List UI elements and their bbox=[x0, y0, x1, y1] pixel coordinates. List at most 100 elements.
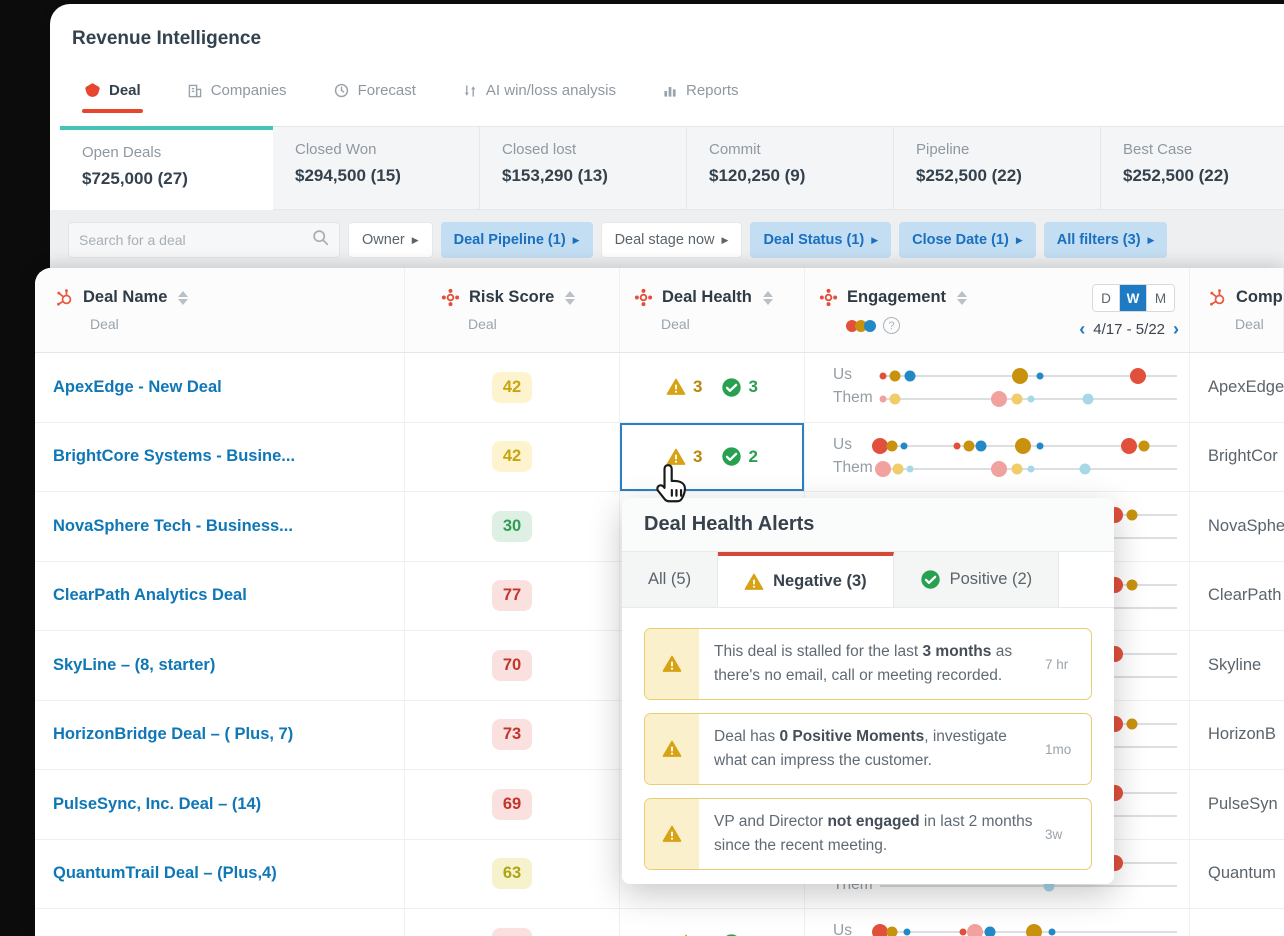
risk-score-cell: 73 bbox=[405, 700, 620, 769]
engagement-dot-yellow bbox=[889, 393, 901, 405]
engagement-dot-gold bbox=[1126, 579, 1138, 590]
popup-alerts-list: This deal is stalled for the last 3 mont… bbox=[622, 608, 1114, 884]
deal-name-link[interactable]: ClearPath Analytics Deal bbox=[35, 561, 405, 630]
sort-toggle[interactable] bbox=[565, 290, 576, 305]
popup-tab-label: All (5) bbox=[648, 570, 692, 588]
nav-tab-label: Companies bbox=[210, 82, 287, 99]
engagement-timeline bbox=[879, 391, 1177, 407]
engagement-dot-gold bbox=[886, 440, 898, 451]
nav-tab-deal[interactable]: Deal bbox=[82, 82, 143, 113]
company-cell: Skyline bbox=[1208, 655, 1262, 674]
column-header-sublabel: Deal bbox=[90, 316, 119, 332]
engagement-dot-gold bbox=[1011, 368, 1028, 384]
column-header-engagement: Engagement? D W M ‹ 4/17 - 5/22 › bbox=[805, 268, 1190, 352]
warning-icon bbox=[744, 572, 764, 592]
popup-tab-label: Positive (2) bbox=[949, 570, 1033, 588]
filter-chip-label: Deal Pipeline (1) bbox=[453, 232, 566, 248]
deal-name-link[interactable] bbox=[35, 909, 405, 936]
search-input[interactable] bbox=[79, 232, 312, 248]
prev-arrow[interactable]: ‹ bbox=[1079, 320, 1085, 338]
engagement-dot-blue bbox=[904, 370, 916, 382]
chevron-right-icon: ▶ bbox=[572, 234, 580, 245]
filter-chip-deal-stage-now[interactable]: Deal stage now ▶ bbox=[600, 222, 743, 258]
popup-tab-negative-3-[interactable]: Negative (3) bbox=[718, 552, 894, 607]
column-header-titlerow: Deal Name bbox=[55, 288, 404, 307]
engagement-dot-gold bbox=[963, 440, 975, 451]
summary-card-best-case[interactable]: Best Case $252,500 (22) bbox=[1101, 126, 1284, 210]
sort-toggle[interactable] bbox=[957, 290, 968, 305]
sort-toggle[interactable] bbox=[762, 290, 773, 305]
column-header-sublabel: Deal bbox=[1235, 316, 1264, 332]
popup-tabs: All (5) Negative (3) Positive (2) bbox=[622, 552, 1114, 608]
check-icon bbox=[721, 446, 742, 467]
alert-text: Deal has 0 Positive Moments, investigate… bbox=[714, 728, 1007, 770]
engagement-dot-yellow bbox=[1011, 393, 1023, 405]
engagement-dot-lightblue bbox=[1027, 465, 1035, 472]
summary-card-value: $294,500 (15) bbox=[295, 166, 401, 185]
filter-chip-all-filters-3-[interactable]: All filters (3) ▶ bbox=[1043, 222, 1168, 258]
nav-tab-ai-win-loss-analysis[interactable]: AI win/loss analysis bbox=[462, 82, 616, 113]
summary-card-value: $725,000 (27) bbox=[82, 169, 188, 188]
deal-health-cell[interactable]: 32 bbox=[620, 422, 805, 491]
negative-count: 3 bbox=[693, 377, 703, 397]
engagement-dot-lightblue bbox=[906, 465, 914, 472]
deal-name-link[interactable]: PulseSync, Inc. Deal – (14) bbox=[35, 770, 405, 839]
period-toggle-w[interactable]: W bbox=[1120, 285, 1147, 311]
company-cell: BrightCor bbox=[1208, 447, 1278, 466]
deal-name-link[interactable]: BrightCore Systems - Busine... bbox=[35, 422, 405, 491]
check-icon bbox=[920, 569, 941, 590]
column-header-label: Deal Health bbox=[662, 288, 752, 306]
help-icon[interactable]: ? bbox=[883, 317, 900, 334]
warning-icon bbox=[662, 824, 682, 844]
column-header-titlerow: Comp bbox=[1208, 288, 1283, 307]
nav-tab-label: AI win/loss analysis bbox=[485, 82, 616, 99]
filter-chip-owner[interactable]: Owner ▶ bbox=[348, 222, 433, 258]
forecast-icon bbox=[333, 82, 350, 99]
period-toggle-m[interactable]: M bbox=[1147, 285, 1174, 311]
alert-card: This deal is stalled for the last 3 mont… bbox=[644, 628, 1092, 701]
summary-card-pipeline[interactable]: Pipeline $252,500 (22) bbox=[894, 126, 1101, 210]
filter-chip-deal-status-1-[interactable]: Deal Status (1) ▶ bbox=[750, 222, 892, 258]
nav-tab-reports[interactable]: Reports bbox=[662, 82, 739, 113]
warning-icon bbox=[662, 654, 682, 674]
hand-cursor-icon bbox=[650, 460, 696, 515]
company-cell: PulseSyn bbox=[1208, 794, 1278, 813]
alert-icon-strip bbox=[645, 629, 699, 700]
summary-card-closed-won[interactable]: Closed Won $294,500 (15) bbox=[273, 126, 480, 210]
main-nav: Deal Companies Forecast AI win/loss analysi… bbox=[82, 82, 739, 113]
warning-icon bbox=[662, 739, 682, 759]
popup-tab-all-5-[interactable]: All (5) bbox=[622, 552, 719, 607]
deal-name-link[interactable]: NovaSphere Tech - Business... bbox=[35, 492, 405, 561]
next-arrow[interactable]: › bbox=[1173, 320, 1179, 338]
nav-tab-forecast[interactable]: Forecast bbox=[333, 82, 416, 113]
risk-score-cell: 70 bbox=[405, 631, 620, 700]
sort-toggle[interactable] bbox=[178, 290, 189, 305]
deal-name-link[interactable]: HorizonBridge Deal – ( Plus, 7) bbox=[35, 700, 405, 769]
deal-health-cell[interactable]: 33 bbox=[620, 353, 805, 422]
filter-chip-deal-pipeline-1-[interactable]: Deal Pipeline (1) ▶ bbox=[440, 222, 593, 258]
companies-icon bbox=[187, 83, 203, 99]
check-icon bbox=[721, 377, 742, 398]
deal-health-cell[interactable] bbox=[620, 909, 805, 936]
risk-score-pill: 42 bbox=[492, 441, 532, 473]
alert-timestamp: 7 hr bbox=[1045, 656, 1069, 672]
summary-card-open-deals[interactable]: Open Deals $725,000 (27) bbox=[60, 126, 273, 210]
summary-card-commit[interactable]: Commit $120,250 (9) bbox=[687, 126, 894, 210]
deal-name-link[interactable]: QuantumTrail Deal – (Plus,4) bbox=[35, 839, 405, 908]
column-header-titlerow: Risk Score bbox=[441, 288, 619, 307]
chevron-right-icon: ▶ bbox=[721, 234, 729, 245]
column-header-label: Engagement bbox=[847, 288, 947, 306]
engagement-dot-red bbox=[953, 442, 961, 449]
table-header-row: Deal Name Deal Risk Score Deal Deal Health De… bbox=[35, 268, 1284, 353]
summary-card-closed-lost[interactable]: Closed lost $153,290 (13) bbox=[480, 126, 687, 210]
deal-name-link[interactable]: ApexEdge - New Deal bbox=[35, 353, 405, 422]
deal-name-link[interactable]: SkyLine – (8, starter) bbox=[35, 631, 405, 700]
filter-bar: Owner▶Deal Pipeline (1)▶Deal stage now▶D… bbox=[50, 210, 1284, 270]
risk-score-pill: 70 bbox=[492, 649, 532, 681]
search-box[interactable] bbox=[68, 222, 340, 258]
nav-tab-companies[interactable]: Companies bbox=[187, 82, 287, 113]
filter-chip-close-date-1-[interactable]: Close Date (1) ▶ bbox=[899, 222, 1036, 258]
alert-text: This deal is stalled for the last 3 mont… bbox=[714, 643, 1013, 685]
period-toggle-d[interactable]: D bbox=[1093, 285, 1120, 311]
popup-tab-positive-2-[interactable]: Positive (2) bbox=[893, 552, 1060, 607]
